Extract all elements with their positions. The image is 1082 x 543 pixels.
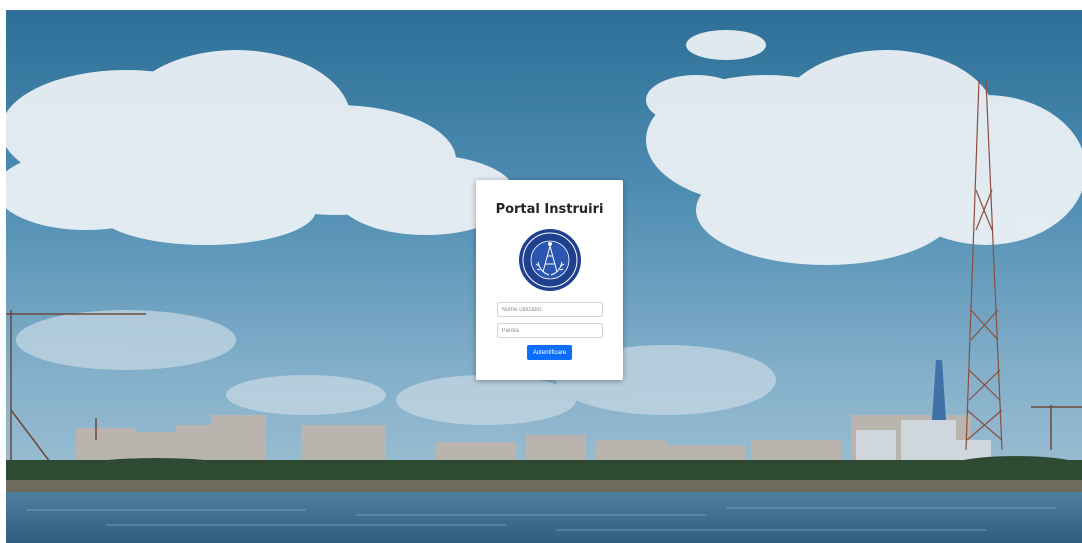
- username-input[interactable]: [496, 302, 603, 317]
- login-title: Portal Instruiri: [495, 202, 604, 217]
- login-submit-button[interactable]: Autentificare: [526, 345, 573, 360]
- login-card: Portal Instruiri Autentificare: [476, 180, 623, 380]
- password-input[interactable]: [496, 323, 603, 338]
- university-seal-logo-icon: [518, 229, 581, 291]
